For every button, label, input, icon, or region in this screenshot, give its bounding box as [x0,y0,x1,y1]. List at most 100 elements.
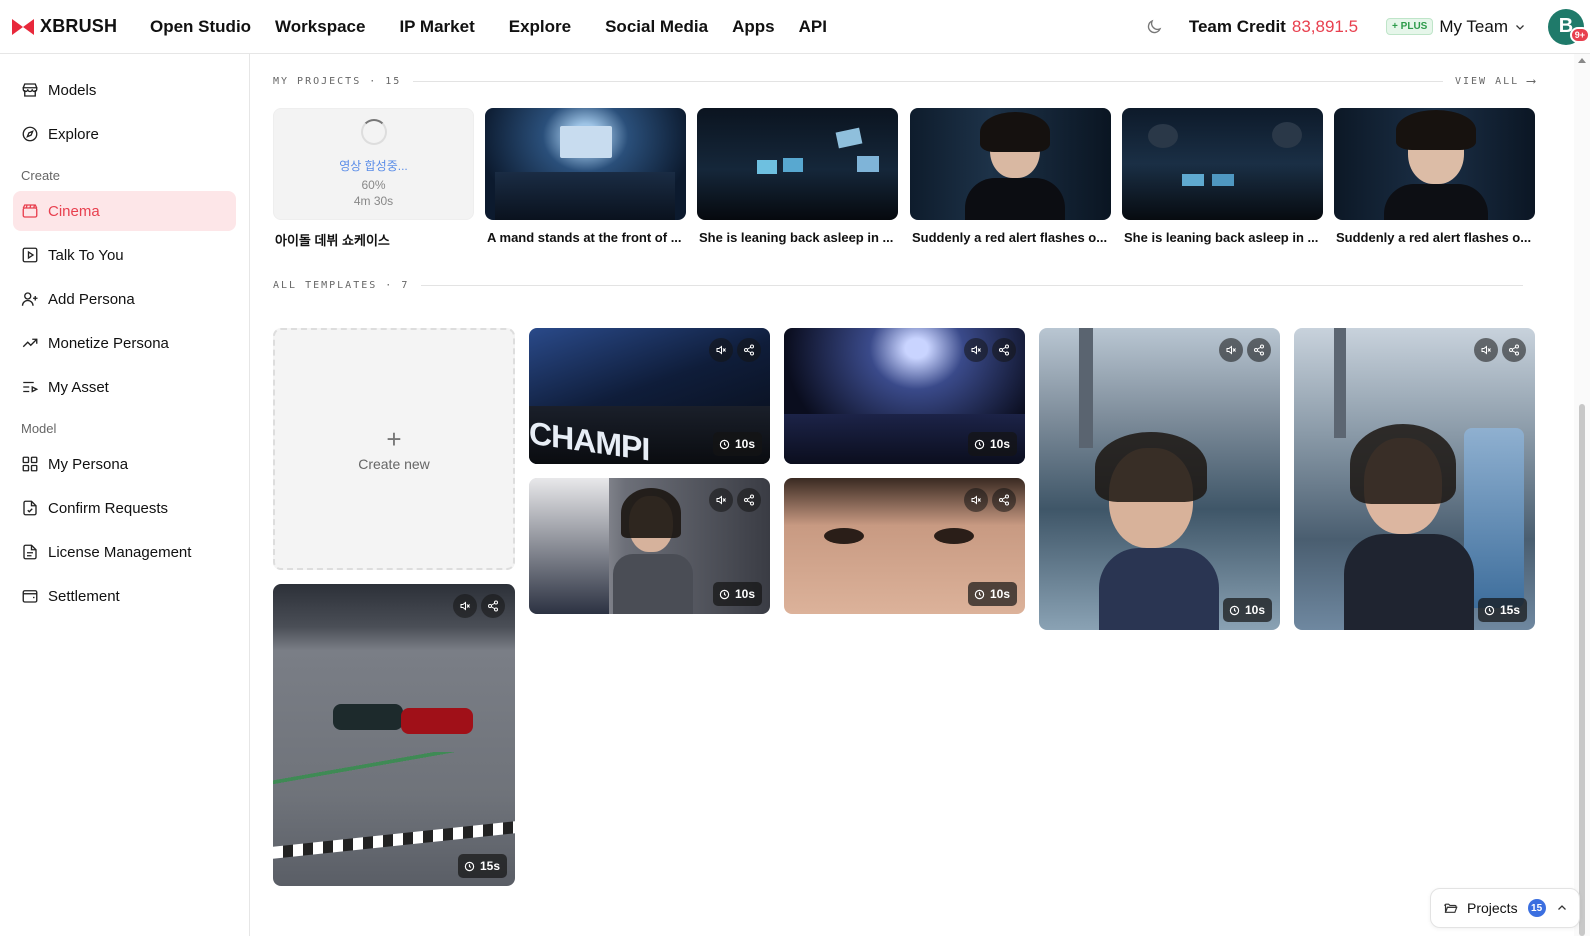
sidebar-item-label: Talk To You [48,246,124,264]
mute-button[interactable] [1219,338,1243,362]
chevron-down-icon[interactable] [1514,21,1526,33]
main-nav: Open Studio Workspace IP Market Explore … [150,17,851,37]
share-button[interactable] [737,488,761,512]
share-button[interactable] [481,594,505,618]
mute-button[interactable] [709,488,733,512]
top-header: XBRUSH Open Studio Workspace IP Market E… [0,0,1590,54]
template-card[interactable]: CHAMPI 10s [529,328,770,464]
project-card[interactable]: Suddenly a red alert flashes o... [1334,108,1535,245]
notification-badge: 9+ [1569,26,1590,43]
template-card[interactable]: 10s [784,478,1025,614]
project-title: She is leaning back asleep in ... [1124,230,1319,245]
project-card[interactable]: A mand stands at the front of ... [485,108,686,245]
duration-badge: 15s [1477,598,1527,622]
nav-explore[interactable]: Explore [509,17,571,37]
team-credit-label: Team Credit [1188,16,1286,36]
duration-badge: 15s [457,854,507,878]
sidebar-item-add-persona[interactable]: Add Persona [13,279,236,319]
volume-mute-icon [460,601,470,611]
scroll-up-icon[interactable] [1578,58,1586,63]
share-icon [488,600,498,612]
vertical-scrollbar[interactable] [1574,54,1590,936]
share-button[interactable] [737,338,761,362]
sidebar-section-model: Model [21,421,57,436]
duration-label: 10s [989,587,1010,601]
duration-label: 15s [1499,603,1520,617]
sidebar-item-confirm-requests[interactable]: Confirm Requests [13,488,236,528]
template-card[interactable]: 10s [784,328,1025,464]
sidebar-item-my-asset[interactable]: My Asset [13,367,236,407]
project-card[interactable]: She is leaning back asleep in ... [1122,108,1323,245]
projects-section-header: MY PROJECTS · 15 VIEW ALL ⟶ [273,74,1535,89]
sidebar-item-settlement[interactable]: Settlement [13,576,236,616]
sidebar-item-label: Settlement [48,587,120,605]
sidebar-section-create: Create [21,168,61,183]
templates-section-header: ALL TEMPLATES · 7 [273,280,1535,291]
nav-api[interactable]: API [799,17,827,37]
project-title: 아이돌 데뷔 쇼케이스 [275,233,390,248]
sidebar-item-explore[interactable]: Explore [13,114,236,154]
template-card[interactable]: 15s [1294,328,1535,630]
mute-button[interactable] [964,488,988,512]
scrollbar-thumb[interactable] [1579,404,1585,936]
clock-icon [974,589,985,599]
duration-label: 15s [479,859,500,873]
nav-social-media[interactable]: Social Media [605,17,708,37]
mute-button[interactable] [1474,338,1498,362]
project-title: She is leaning back asleep in ... [699,230,894,245]
duration-label: 10s [734,437,755,451]
sidebar-item-talk-to-you[interactable]: Talk To You [13,235,236,275]
share-icon [1254,344,1264,356]
avatar[interactable]: B 9+ [1548,8,1590,45]
duration-badge: 10s [712,432,762,456]
template-card[interactable]: 10s [1039,328,1280,630]
render-progress: 60% [361,177,386,192]
sidebar-item-license-management[interactable]: License Management [13,532,236,572]
projects-count-badge: 15 [1527,899,1546,917]
chevron-up-icon [1557,905,1566,910]
mute-button[interactable] [964,338,988,362]
nav-open-studio[interactable]: Open Studio [150,17,251,37]
moon-icon[interactable] [1145,18,1163,36]
brand-logo[interactable]: XBRUSH [12,16,150,37]
sidebar-item-label: Cinema [48,202,100,220]
project-card[interactable]: She is leaning back asleep in ... [697,108,898,245]
team-selector[interactable]: My Team [1439,17,1508,37]
mute-button[interactable] [709,338,733,362]
nav-apps[interactable]: Apps [732,17,775,37]
clock-icon [1229,605,1240,615]
share-button[interactable] [1247,338,1271,362]
sidebar-item-label: Models [48,81,97,99]
sidebar-item-monetize-persona[interactable]: Monetize Persona [13,323,236,363]
sidebar-item-label: My Asset [48,378,109,396]
nav-ip-market[interactable]: IP Market [399,17,474,37]
duration-badge: 10s [1222,598,1272,622]
sidebar-item-models[interactable]: Models [13,70,236,110]
project-thumbnail [697,108,898,220]
clock-icon [974,439,985,449]
view-all-label: VIEW ALL [1455,76,1520,87]
template-card[interactable]: 15s [273,584,515,886]
mute-button[interactable] [453,594,477,618]
projects-drawer-button[interactable]: Projects 15 [1430,888,1580,928]
create-new-template-button[interactable]: + Create new [273,328,515,570]
project-card[interactable]: 영상 합성중... 60% 4m 30s 아이돌 데뷔 쇼케이스 [273,108,474,249]
duration-label: 10s [1244,603,1265,617]
sidebar-item-my-persona[interactable]: My Persona [13,444,236,484]
share-button[interactable] [992,488,1016,512]
sidebar-item-cinema[interactable]: Cinema [13,191,236,231]
project-card[interactable]: Suddenly a red alert flashes o... [910,108,1111,245]
share-button[interactable] [992,338,1016,362]
volume-mute-icon [971,495,981,505]
divider [413,81,1443,82]
nav-workspace[interactable]: Workspace [275,17,365,37]
file-check-icon [23,500,37,516]
view-all-link[interactable]: VIEW ALL ⟶ [1455,74,1535,89]
project-title: A mand stands at the front of ... [487,230,682,245]
loading-spinner-icon [360,118,387,145]
template-card[interactable]: 10s [529,478,770,614]
share-icon [744,344,754,356]
clock-icon [719,589,730,599]
share-button[interactable] [1502,338,1526,362]
trending-up-icon [22,338,38,348]
